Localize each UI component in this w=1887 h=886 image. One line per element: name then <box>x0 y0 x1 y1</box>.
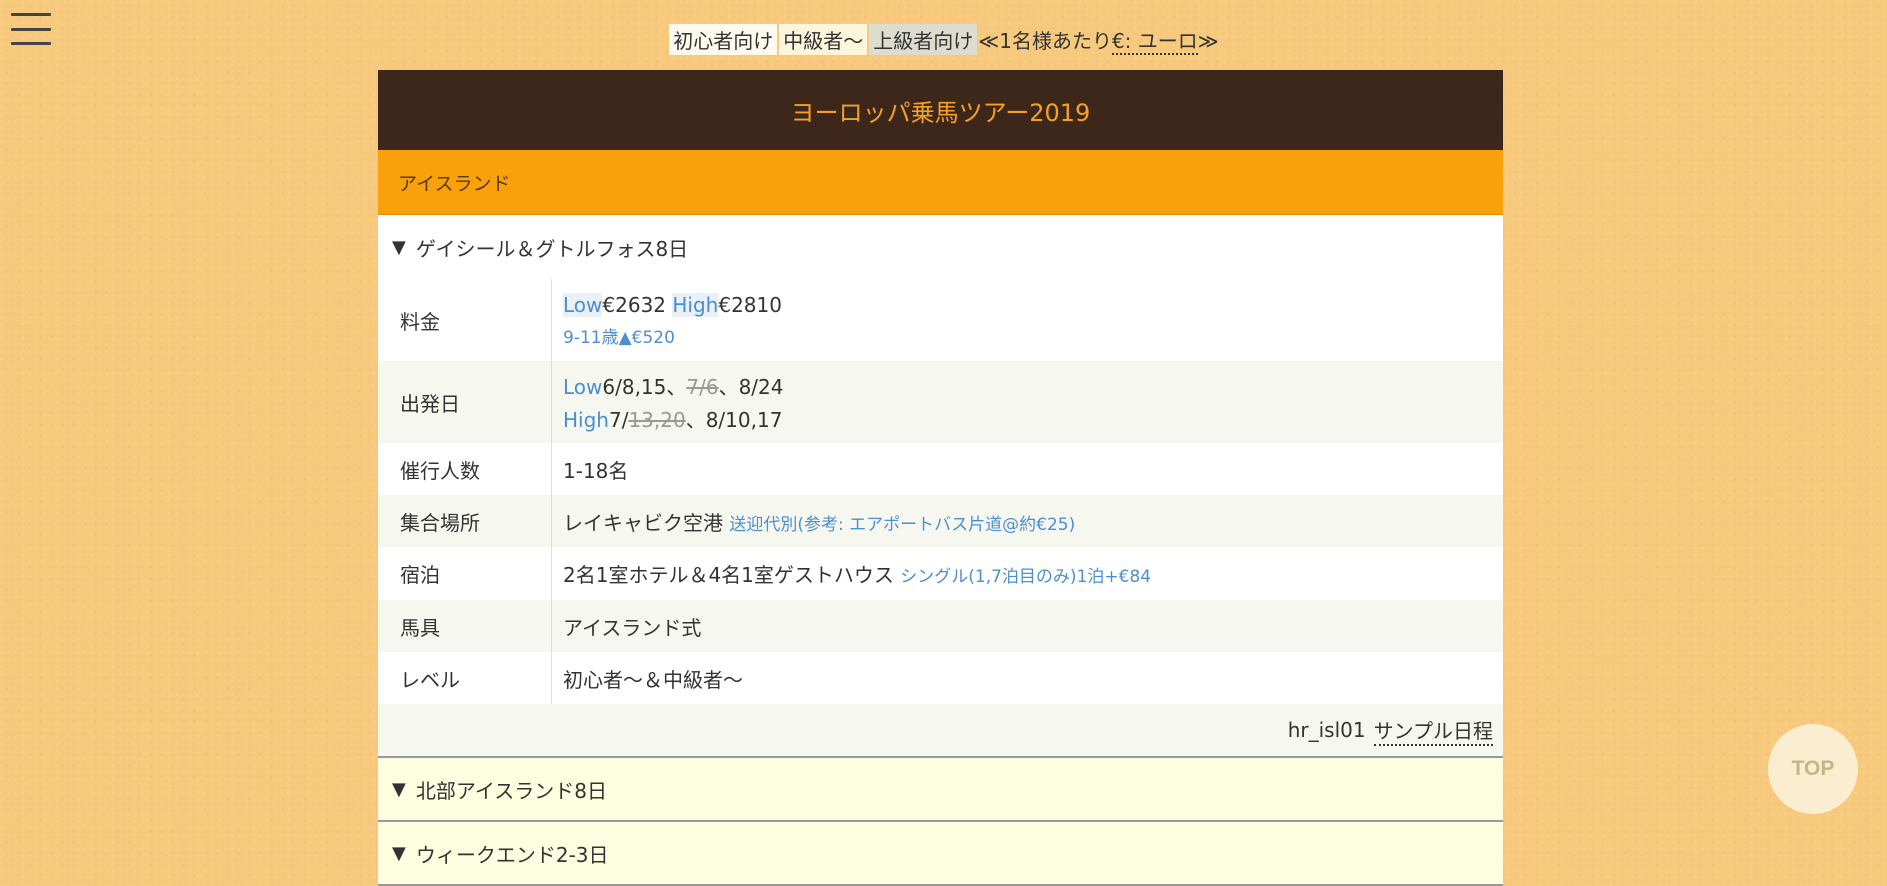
level-legend: 初心者向け 中級者〜 上級者向け ≪1名様あたり€: ユーロ≫ <box>0 24 1887 55</box>
child-discount-note: 9-11歳▲€520 <box>563 327 675 348</box>
cancelled-date: 13,20 <box>628 408 686 432</box>
triangle-down-icon: ▼ <box>392 778 406 800</box>
level-intermediate-badge: 中級者〜 <box>779 24 868 55</box>
tour-title: ゲイシール＆グトルフォス8日 <box>415 236 689 261</box>
lodging-text: 2名1室ホテル＆4名1室ゲストハウス <box>563 563 894 587</box>
table-row: 催行人数 1-18名 <box>378 443 1503 495</box>
triangle-down-icon: ▼ <box>392 842 406 864</box>
tour-info-table: 料金 Low€2632 High€2810 9-11歳▲€520 出発日 Low… <box>378 279 1503 704</box>
scroll-to-top-button[interactable]: TOP <box>1768 724 1858 814</box>
low-dates: 6/8,15、 <box>602 375 687 399</box>
high-season-tag: High <box>672 292 719 317</box>
group-size-label: 催行人数 <box>378 443 552 495</box>
currency-link[interactable]: €: ユーロ <box>1111 29 1198 55</box>
group-size-value: 1-18名 <box>563 458 629 483</box>
price-note-prefix: ≪1名様あたり <box>978 29 1112 53</box>
tour-list: ヨーロッパ乗馬ツアー2019 アイスランド ▼ ゲイシール＆グトルフォス8日 料… <box>378 70 1503 886</box>
tour-title: 北部アイスランド8日 <box>415 778 607 803</box>
low-price: €2632 <box>602 292 667 317</box>
tour-toggle[interactable]: ▼ ゲイシール＆グトルフォス8日 <box>378 215 1503 279</box>
meeting-point-value: レイキャビク空港 送迎代別(参考: エアポートバス片道@約€25) <box>552 495 1504 547</box>
menu-bar <box>11 13 51 16</box>
high-price: €2810 <box>718 292 782 317</box>
sample-itinerary-link[interactable]: サンプル日程 <box>1373 715 1493 746</box>
tour-code: hr_isl01 <box>1287 718 1366 742</box>
level-label: レベル <box>378 652 552 704</box>
transfer-note: 送迎代別(参考: エアポートバス片道@約€25) <box>729 514 1076 535</box>
price-label: 料金 <box>378 279 552 361</box>
tack-value: アイスランド式 <box>563 615 702 640</box>
level-beginner-badge: 初心者向け <box>669 24 778 55</box>
cancelled-date: 7/6 <box>686 375 719 399</box>
low-season-tag: Low <box>563 375 603 399</box>
high-season-tag: High <box>563 408 609 432</box>
tour-toggle[interactable]: ▼ ウィークエンド2-3日 <box>378 822 1503 886</box>
low-dates-rest: 、8/24 <box>718 375 784 399</box>
meeting-point-label: 集合場所 <box>378 495 552 547</box>
departure-value: Low6/8,15、7/6、8/24 High7/13,20、8/10,17 <box>552 361 1504 443</box>
page-title: ヨーロッパ乗馬ツアー2019 <box>378 70 1503 150</box>
low-season-tag: Low <box>563 292 603 317</box>
table-row: 馬具 アイスランド式 <box>378 600 1503 652</box>
tack-label: 馬具 <box>378 600 552 652</box>
high-dates-rest: 、8/10,17 <box>685 408 783 432</box>
tour-card: ▼ ゲイシール＆グトルフォス8日 料金 Low€2632 High€2810 9… <box>378 215 1503 758</box>
level-advanced-badge: 上級者向け <box>869 24 978 55</box>
table-row: 出発日 Low6/8,15、7/6、8/24 High7/13,20、8/10,… <box>378 361 1503 443</box>
tour-toggle[interactable]: ▼ 北部アイスランド8日 <box>378 758 1503 822</box>
price-value: Low€2632 High€2810 9-11歳▲€520 <box>552 279 1504 361</box>
triangle-down-icon: ▼ <box>392 236 406 258</box>
lodging-value: 2名1室ホテル＆4名1室ゲストハウス シングル(1,7泊目のみ)1泊+€84 <box>552 547 1504 600</box>
table-row: 宿泊 2名1室ホテル＆4名1室ゲストハウス シングル(1,7泊目のみ)1泊+€8… <box>378 547 1503 600</box>
level-value: 初心者〜＆中級者〜 <box>563 667 743 692</box>
table-row: 料金 Low€2632 High€2810 9-11歳▲€520 <box>378 279 1503 361</box>
table-row: レベル 初心者〜＆中級者〜 <box>378 652 1503 704</box>
table-row: 集合場所 レイキャビク空港 送迎代別(参考: エアポートバス片道@約€25) <box>378 495 1503 547</box>
tour-code-row: hr_isl01 サンプル日程 <box>378 704 1503 758</box>
lodging-label: 宿泊 <box>378 547 552 600</box>
high-dates: 7/ <box>608 408 629 432</box>
meeting-point-text: レイキャビク空港 <box>563 510 723 535</box>
tour-title: ウィークエンド2-3日 <box>415 842 609 867</box>
region-heading: アイスランド <box>378 150 1503 215</box>
price-note-suffix: ≫ <box>1197 29 1219 53</box>
single-supplement-note: シングル(1,7泊目のみ)1泊+€84 <box>900 567 1152 587</box>
departure-label: 出発日 <box>378 361 552 443</box>
